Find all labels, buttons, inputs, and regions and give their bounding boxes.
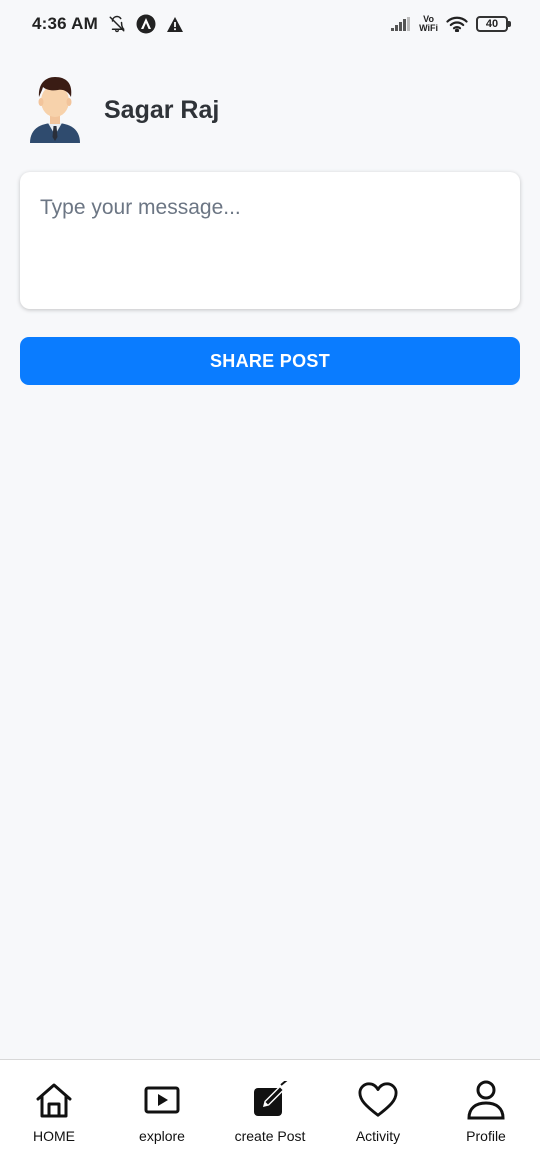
battery-icon: 40 <box>476 16 511 32</box>
message-composer <box>20 172 520 309</box>
play-square-icon <box>142 1080 182 1120</box>
share-post-button[interactable]: SHARE POST <box>20 337 520 385</box>
edit-square-icon <box>250 1080 290 1120</box>
heart-icon <box>358 1080 398 1120</box>
battery-level: 40 <box>485 18 499 30</box>
status-bar: 4:36 AM Vo WiFi 40 <box>0 0 540 48</box>
user-icon <box>466 1080 506 1120</box>
nav-item-profile[interactable]: Profile <box>432 1080 540 1144</box>
nav-label-activity: Activity <box>355 1128 401 1144</box>
status-left: 4:36 AM <box>32 14 184 34</box>
nav-label-create-post: create Post <box>234 1128 306 1144</box>
warning-icon <box>166 16 184 33</box>
bell-off-icon <box>108 15 126 33</box>
avatar[interactable] <box>28 73 82 147</box>
status-right: Vo WiFi 40 <box>391 15 511 33</box>
vowifi-bottom-label: WiFi <box>419 23 438 33</box>
wifi-icon <box>446 16 468 32</box>
nav-label-explore: explore <box>139 1128 185 1144</box>
bottom-navigation: HOME explore create Post Activity Profil… <box>0 1059 540 1170</box>
nav-item-home[interactable]: HOME <box>0 1080 108 1144</box>
signal-icon <box>391 17 411 31</box>
nav-item-create-post[interactable]: create Post <box>216 1080 324 1144</box>
vowifi-icon: Vo WiFi <box>419 15 438 33</box>
app-notification-icon <box>136 14 156 34</box>
nav-label-profile: Profile <box>466 1128 506 1144</box>
nav-label-home: HOME <box>33 1128 75 1144</box>
user-name: Sagar Raj <box>104 95 220 124</box>
message-input[interactable] <box>40 196 500 285</box>
nav-item-explore[interactable]: explore <box>108 1080 216 1144</box>
status-time: 4:36 AM <box>32 14 98 33</box>
profile-header: Sagar Raj <box>28 72 219 148</box>
nav-item-activity[interactable]: Activity <box>324 1080 432 1144</box>
home-icon <box>34 1080 74 1120</box>
